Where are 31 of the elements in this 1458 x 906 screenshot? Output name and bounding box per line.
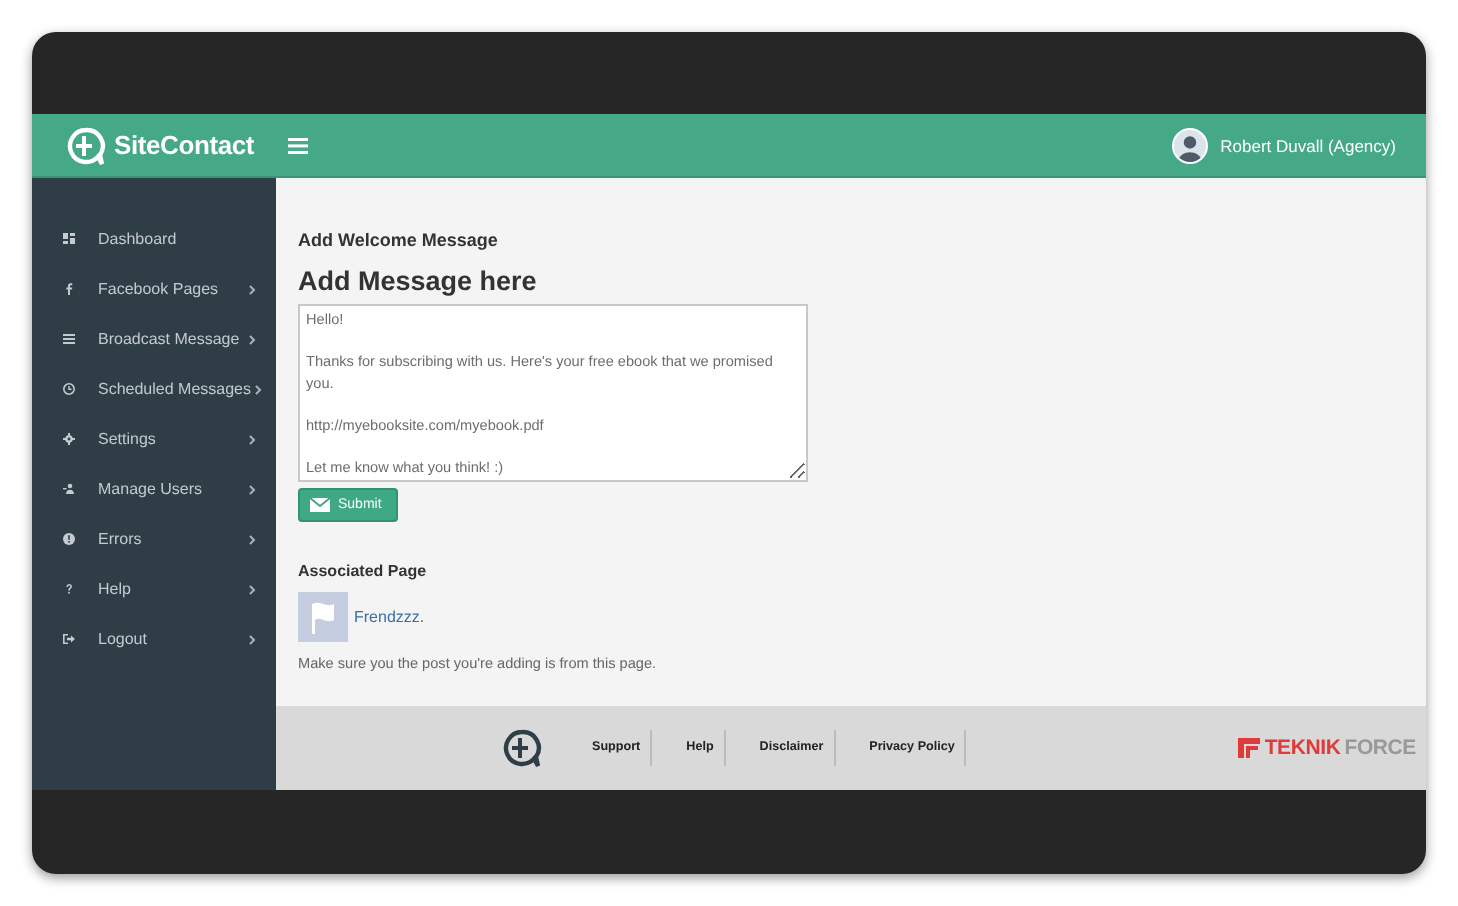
brand-logo-icon [1238, 738, 1261, 758]
page-heading: Add Message here [298, 266, 539, 296]
sidebar-item[interactable]: Help [32, 564, 276, 614]
brand-word: FORCE [1344, 736, 1416, 760]
chat-logo-icon [66, 125, 106, 165]
question-icon [62, 582, 76, 596]
brand-word: TEKNIK [1264, 736, 1341, 760]
gear-icon [62, 432, 76, 446]
envelope-icon [310, 498, 330, 512]
sidebar-item[interactable]: Facebook Pages [32, 264, 276, 314]
brand-name: SiteContact [114, 130, 255, 160]
section-title: Associated Page [298, 562, 429, 580]
avatar-icon[interactable] [1172, 127, 1209, 163]
users-icon [62, 482, 76, 496]
sidebar-item[interactable]: Broadcast Message [32, 314, 276, 364]
menu-icon[interactable] [288, 137, 308, 153]
page-link[interactable]: Frendzzz. [354, 608, 425, 626]
sidebar-item[interactable]: Scheduled Messages [32, 364, 276, 414]
chat-logo-icon [502, 728, 542, 768]
sidebar-item[interactable]: Logout [32, 614, 276, 664]
facebook-icon [62, 282, 76, 296]
sidebar-item[interactable]: Settings [32, 414, 276, 464]
section-title: Add Welcome Message [298, 230, 500, 250]
grid-icon [62, 232, 76, 246]
alert-icon [62, 532, 76, 546]
logout-icon [62, 632, 76, 646]
sidebar-item[interactable]: Manage Users [32, 464, 276, 514]
clock-icon [62, 382, 76, 396]
sidebar-item[interactable]: Errors [32, 514, 276, 564]
list-icon [62, 332, 76, 346]
sidebar-item[interactable]: Dashboard [32, 214, 276, 264]
